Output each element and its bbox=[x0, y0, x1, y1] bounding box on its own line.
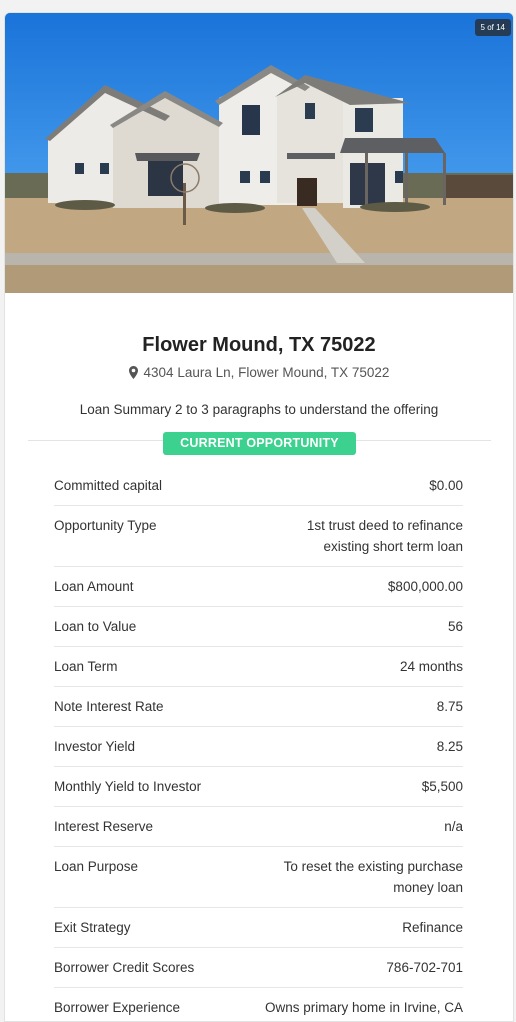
detail-row-committed-capital: Committed capital $0.00 bbox=[54, 466, 463, 506]
detail-label: Opportunity Type bbox=[54, 518, 157, 533]
photo-counter: 5 of 14 bbox=[474, 19, 511, 36]
status-badge: CURRENT OPPORTUNITY bbox=[163, 432, 356, 455]
detail-value: $800,000.00 bbox=[387, 579, 463, 594]
detail-label: Note Interest Rate bbox=[54, 699, 164, 714]
detail-value: 8.25 bbox=[436, 739, 463, 754]
detail-label: Borrower Credit Scores bbox=[54, 960, 195, 975]
detail-row-note-interest-rate: Note Interest Rate 8.75 bbox=[54, 687, 463, 727]
detail-label: Loan Purpose bbox=[54, 859, 139, 874]
section-divider: CURRENT OPPORTUNITY bbox=[28, 432, 491, 456]
house-image bbox=[5, 13, 513, 293]
detail-row-loan-amount: Loan Amount $800,000.00 bbox=[54, 567, 463, 607]
detail-label: Loan Term bbox=[54, 659, 118, 674]
detail-row-exit-strategy: Exit Strategy Refinance bbox=[54, 908, 463, 948]
detail-value: 8.75 bbox=[436, 699, 463, 714]
detail-row-loan-purpose: Loan Purpose To reset the existing purch… bbox=[54, 847, 463, 908]
detail-row-interest-reserve: Interest Reserve n/a bbox=[54, 807, 463, 847]
listing-address-line: 4304 Laura Ln, Flower Mound, TX 75022 bbox=[5, 364, 513, 382]
detail-label: Interest Reserve bbox=[54, 819, 154, 834]
detail-row-loan-to-value: Loan to Value 56 bbox=[54, 607, 463, 647]
detail-label: Monthly Yield to Investor bbox=[54, 779, 202, 794]
detail-value: 786-702-701 bbox=[386, 960, 463, 975]
listing-card: 5 of 14 Flower Mound, TX 75022 4304 Laur… bbox=[4, 12, 514, 1022]
detail-label: Borrower Experience bbox=[54, 1000, 181, 1015]
listing-address: 4304 Laura Ln, Flower Mound, TX 75022 bbox=[143, 365, 390, 380]
loan-summary: Loan Summary 2 to 3 paragraphs to unders… bbox=[79, 402, 439, 417]
map-pin-icon bbox=[128, 366, 138, 384]
detail-row-opportunity-type: Opportunity Type 1st trust deed to refin… bbox=[54, 506, 463, 567]
detail-label: Loan Amount bbox=[54, 579, 134, 594]
detail-row-investor-yield: Investor Yield 8.25 bbox=[54, 727, 463, 767]
detail-row-credit-scores: Borrower Credit Scores 786-702-701 bbox=[54, 948, 463, 988]
detail-value: To reset the existing purchase money loa… bbox=[283, 859, 463, 895]
detail-row-monthly-yield: Monthly Yield to Investor $5,500 bbox=[54, 767, 463, 807]
loan-details-table: Committed capital $0.00 Opportunity Type… bbox=[54, 466, 463, 1021]
detail-value: 24 months bbox=[399, 659, 463, 674]
detail-value: 1st trust deed to refinance existing sho… bbox=[306, 518, 463, 554]
detail-value: $0.00 bbox=[429, 478, 463, 493]
detail-label: Committed capital bbox=[54, 478, 163, 493]
detail-value: Refinance bbox=[402, 920, 463, 935]
detail-row-loan-term: Loan Term 24 months bbox=[54, 647, 463, 687]
listing-title: Flower Mound, TX 75022 bbox=[142, 334, 376, 356]
detail-value: $5,500 bbox=[421, 779, 463, 794]
detail-value: 56 bbox=[447, 619, 463, 634]
property-photo[interactable]: 5 of 14 bbox=[5, 13, 513, 293]
detail-label: Investor Yield bbox=[54, 739, 136, 754]
detail-value: n/a bbox=[444, 819, 463, 834]
detail-row-borrower-experience: Borrower Experience Owns primary home in… bbox=[54, 988, 463, 1021]
detail-label: Loan to Value bbox=[54, 619, 137, 634]
detail-label: Exit Strategy bbox=[54, 920, 131, 935]
detail-value: Owns primary home in Irvine, CA bbox=[264, 1000, 463, 1015]
